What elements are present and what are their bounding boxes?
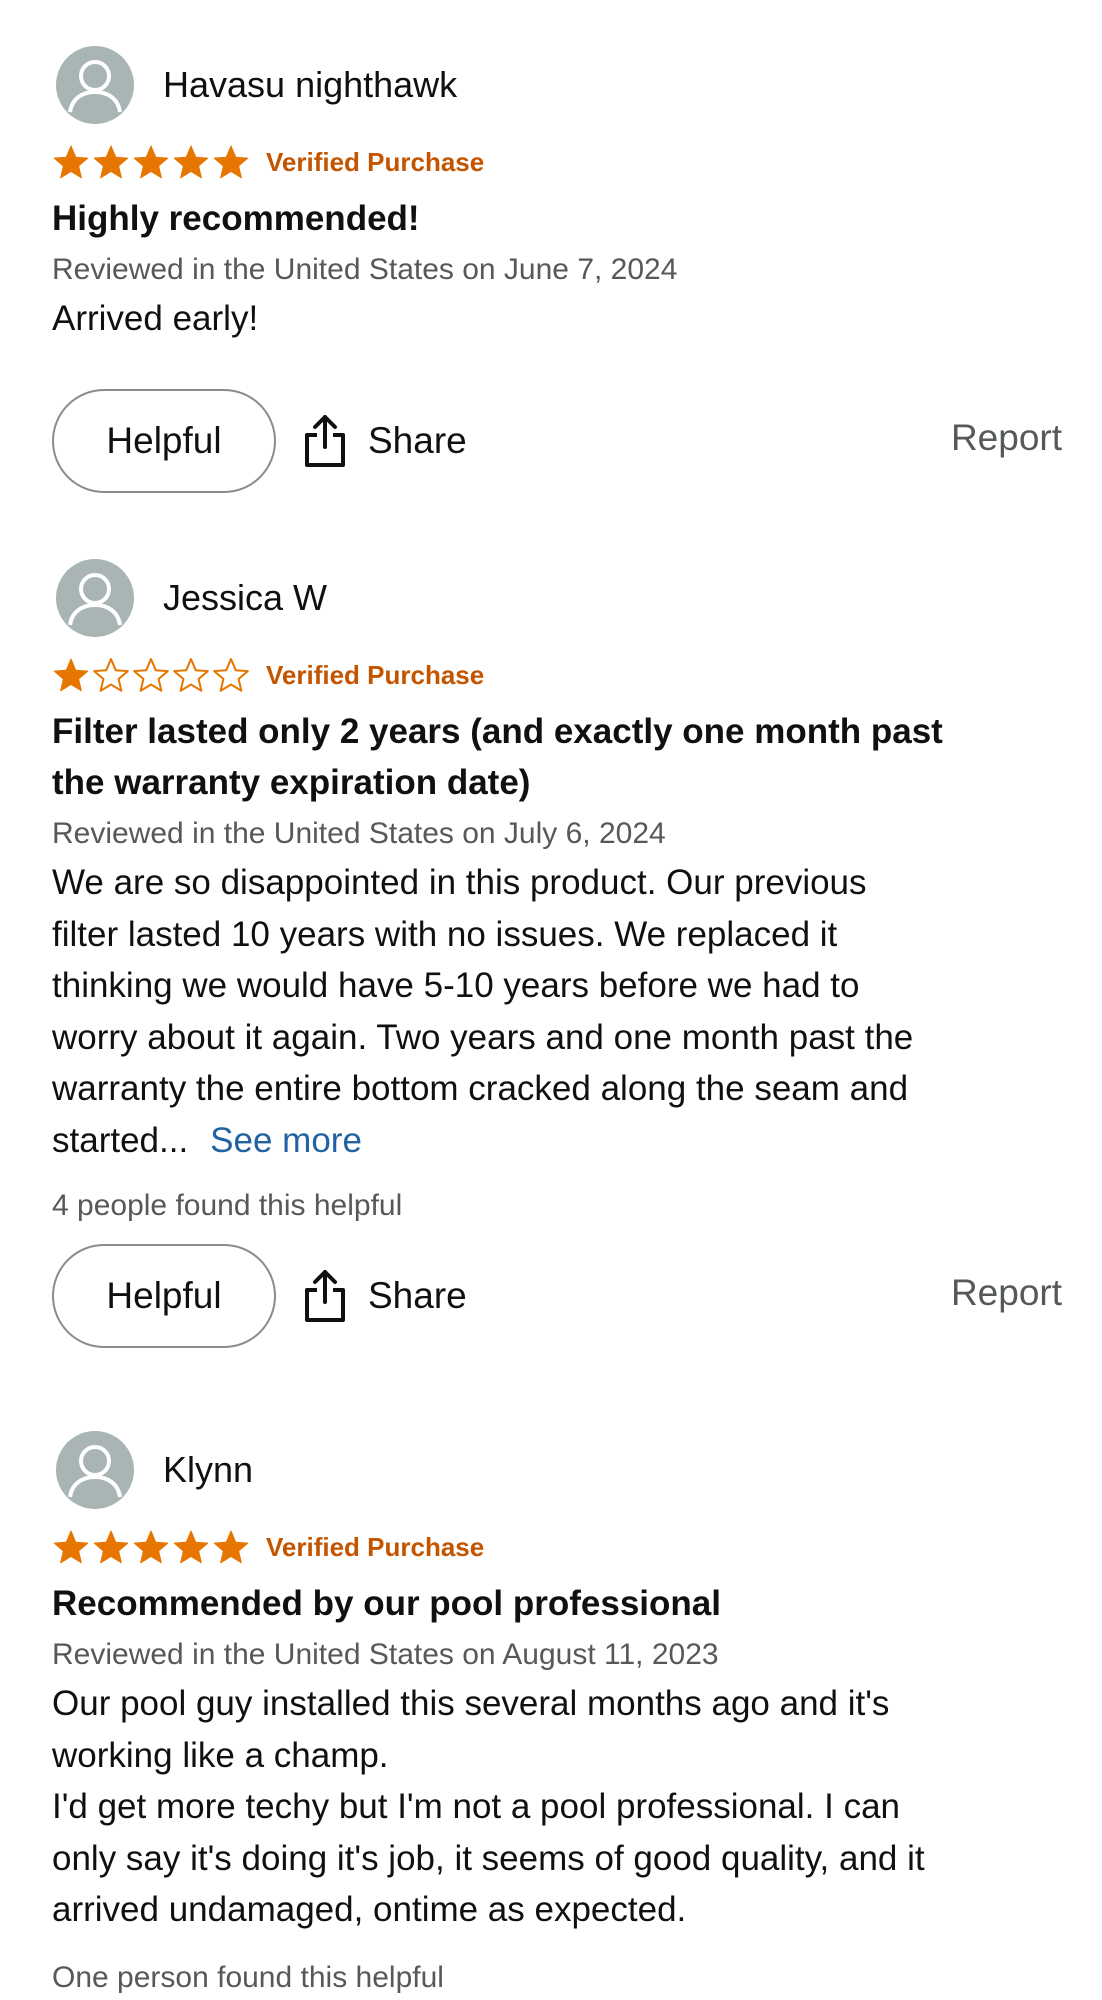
verified-purchase-badge: Verified Purchase: [266, 1531, 485, 1562]
review-body-line: working like a champ.: [52, 1735, 389, 1775]
helpful-count: One person found this helpful: [52, 1960, 444, 1994]
review-body-line: Arrived early!: [52, 299, 259, 338]
reviewer-profile[interactable]: Klynn: [52, 1430, 1062, 1510]
review-title[interactable]: Filter lasted only 2 years (and exactly …: [52, 706, 1062, 808]
star-rating[interactable]: [52, 1529, 250, 1565]
star-empty-icon: [212, 657, 250, 693]
star-empty-icon: [132, 657, 170, 693]
star-filled-icon: [172, 144, 210, 180]
review-body-line: Our pool guy installed this several mont…: [52, 1684, 890, 1723]
avatar: [56, 1431, 134, 1509]
person-silhouette-icon: [68, 1445, 122, 1498]
rating-row: Verified Purchase: [52, 1522, 1062, 1572]
star-filled-icon: [52, 144, 90, 180]
review-body-line: We are so disappointed in this product. …: [52, 863, 867, 902]
review-body: We are so disappointed in this product. …: [52, 857, 1062, 1166]
review-body: Arrived early!: [52, 293, 1062, 345]
review-body: Our pool guy installed this several mont…: [52, 1678, 1062, 1936]
review-date: Reviewed in the United States on August …: [52, 1638, 719, 1671]
avatar: [56, 46, 134, 124]
review-actions: Helpful Share Report: [52, 388, 1062, 497]
review-actions: Helpful Share Report: [52, 1244, 1062, 1352]
star-filled-icon: [132, 1529, 170, 1565]
helpful-button[interactable]: Helpful: [52, 1244, 276, 1348]
star-rating[interactable]: [52, 657, 250, 693]
star-rating[interactable]: [52, 144, 250, 180]
review-title-line: the warranty expiration date): [52, 763, 531, 802]
review-date: Reviewed in the United States on July 6,…: [52, 817, 666, 850]
review-body-line: thinking we would have 5-10 years before…: [52, 966, 860, 1005]
person-silhouette-icon: [68, 573, 122, 626]
reviewer-name[interactable]: Jessica W: [163, 578, 327, 618]
review-body-line: filter lasted 10 years with no issues. W…: [52, 914, 838, 954]
reviewer-profile[interactable]: Havasu nighthawk: [52, 45, 1062, 125]
helpful-count: 4 people found this helpful: [52, 1189, 403, 1222]
share-label: Share: [368, 1275, 467, 1316]
review-card: Havasu nighthawk Verified Purchase Highl…: [52, 45, 1062, 497]
report-link[interactable]: Report: [951, 1272, 1062, 1314]
share-label: Share: [368, 419, 467, 461]
review-body-line-last: started... See more: [52, 1115, 1062, 1167]
review-body-line: worry about it again. Two years and one …: [52, 1017, 914, 1057]
star-filled-icon: [172, 1529, 210, 1565]
star-empty-icon: [92, 657, 130, 693]
review-body-line: I'd get more techy but I'm not a pool pr…: [52, 1787, 900, 1826]
review-title-line: Filter lasted only 2 years (and exactly …: [52, 712, 943, 751]
review-card: Jessica W Verified Purchase Filter laste…: [52, 558, 1062, 1352]
helpful-button[interactable]: Helpful: [52, 388, 276, 493]
reviewer-profile[interactable]: Jessica W: [52, 558, 1062, 638]
rating-row: Verified Purchase: [52, 137, 1062, 187]
share-button[interactable]: Share: [302, 1262, 467, 1330]
share-icon: [302, 413, 348, 469]
review-body-line: arrived undamaged, ontime as expected.: [52, 1890, 687, 1929]
star-filled-icon: [212, 144, 250, 180]
share-icon: [302, 1268, 348, 1324]
review-card: Klynn Verified Purchase Recommended by o…: [52, 1430, 1062, 1998]
review-title[interactable]: Recommended by our pool professional: [52, 1578, 1062, 1629]
see-more-link[interactable]: See more: [210, 1121, 362, 1160]
person-silhouette-icon: [68, 60, 122, 113]
review-title[interactable]: Highly recommended!: [52, 193, 1062, 244]
avatar: [56, 559, 134, 637]
star-empty-icon: [172, 657, 210, 693]
review-body-truncated-text: started...: [52, 1120, 189, 1160]
review-body-line: warranty the entire bottom cracked along…: [52, 1069, 909, 1108]
star-filled-icon: [132, 144, 170, 180]
review-date: Reviewed in the United States on June 7,…: [52, 253, 678, 286]
star-filled-icon: [92, 144, 130, 180]
reviewer-name[interactable]: Havasu nighthawk: [163, 65, 457, 105]
report-link[interactable]: Report: [951, 417, 1062, 459]
review-body-line: only say it's doing it's job, it seems o…: [52, 1838, 925, 1878]
star-filled-icon: [52, 657, 90, 693]
star-filled-icon: [212, 1529, 250, 1565]
verified-purchase-badge: Verified Purchase: [266, 659, 485, 690]
rating-row: Verified Purchase: [52, 650, 1062, 700]
star-filled-icon: [52, 1529, 90, 1565]
verified-purchase-badge: Verified Purchase: [266, 146, 485, 177]
reviewer-name[interactable]: Klynn: [163, 1450, 253, 1490]
star-filled-icon: [92, 1529, 130, 1565]
share-button[interactable]: Share: [302, 407, 467, 475]
